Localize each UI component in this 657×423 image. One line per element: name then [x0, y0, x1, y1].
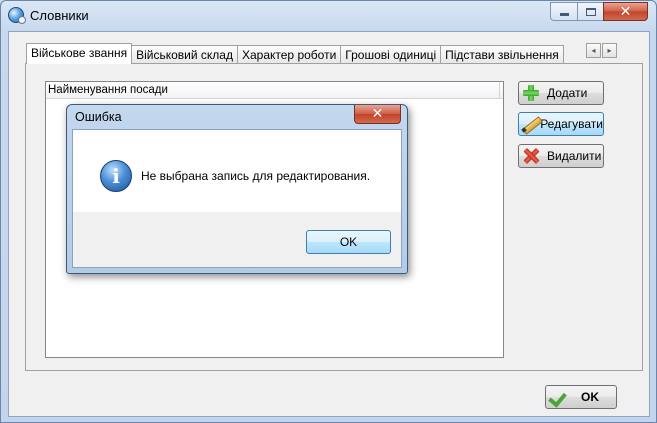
tab-military-rank[interactable]: Військове звання — [26, 43, 133, 64]
tab-military-staff[interactable]: Військовий склад — [131, 45, 238, 64]
chevron-left-icon: ◂ — [591, 46, 596, 55]
dialog-title: Ошибка — [75, 110, 122, 124]
dialog-body: i Не выбрана запись для редактирования. … — [72, 129, 402, 268]
dialog-close-button[interactable]: ✕ — [354, 105, 401, 124]
column-divider[interactable] — [499, 82, 500, 99]
maximize-button[interactable] — [577, 2, 604, 21]
pencil-icon — [521, 114, 538, 134]
title-bar[interactable]: Словники ✕ — [1, 1, 656, 31]
close-button[interactable]: ✕ — [603, 2, 648, 21]
dialog-ok-button[interactable]: OK — [306, 230, 391, 254]
edit-button-label: Редагувати — [540, 117, 603, 131]
tab-work-character[interactable]: Характер роботи — [236, 45, 342, 64]
column-header-position-name[interactable]: Найменування посади — [48, 84, 168, 96]
maximize-icon — [585, 7, 596, 16]
dialog-message: Не выбрана запись для редактирования. — [141, 169, 371, 183]
tab-scroll-left-button[interactable]: ◂ — [586, 43, 601, 58]
minimize-icon — [559, 13, 569, 16]
tab-scroll-right-button[interactable]: ▸ — [602, 43, 617, 58]
tab-currency[interactable]: Грошові одиниці — [340, 45, 442, 64]
delete-icon — [521, 146, 541, 166]
tab-dismissal-reasons[interactable]: Підстави звільнення — [440, 45, 564, 64]
edit-button[interactable]: Редагувати — [518, 112, 604, 136]
close-icon: ✕ — [371, 106, 384, 122]
message-area: i Не выбрана запись для редактирования. — [73, 130, 401, 212]
checkmark-icon — [549, 387, 569, 407]
delete-button-label: Видалити — [547, 149, 602, 163]
info-icon: i — [100, 160, 132, 192]
chevron-right-icon: ▸ — [607, 46, 612, 55]
grid-header: Найменування посади — [46, 82, 503, 99]
add-button[interactable]: Додати — [518, 81, 604, 105]
tab-strip: Військове звання Військовий склад Характ… — [26, 43, 564, 64]
delete-button[interactable]: Видалити — [518, 144, 604, 168]
plus-icon — [521, 83, 541, 103]
close-icon: ✕ — [619, 3, 632, 20]
window-title: Словники — [30, 8, 89, 23]
minimize-button[interactable] — [550, 2, 578, 21]
ok-button-label: OK — [581, 390, 599, 404]
app-icon — [8, 7, 26, 24]
add-button-label: Додати — [547, 86, 588, 100]
error-dialog: Ошибка ✕ i Не выбрана запись для редакти… — [66, 104, 408, 274]
ok-button[interactable]: OK — [545, 385, 617, 409]
